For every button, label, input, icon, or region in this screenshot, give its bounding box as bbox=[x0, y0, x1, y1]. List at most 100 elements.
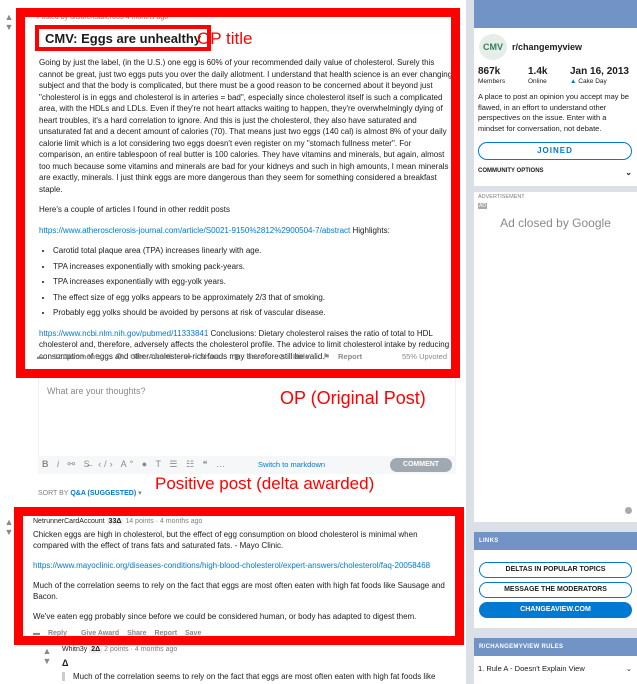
rule-item[interactable]: 1. Rule A - Doesn't Explain View ⌄ bbox=[478, 664, 632, 673]
subreddit-logo[interactable]: CMV bbox=[479, 34, 507, 60]
op-title-annotation: OP title bbox=[197, 29, 253, 48]
atherosclerosis-link[interactable]: https://www.atherosclerosis-journal.com/… bbox=[39, 226, 350, 235]
share-button[interactable]: ➦ Share bbox=[185, 352, 226, 361]
positive-post-annotation: Positive post (delta awarded) bbox=[155, 474, 375, 493]
comment-author[interactable]: NetrunnerCardAccount bbox=[33, 518, 105, 525]
sort-value: Q&A (SUGGESTED) bbox=[70, 490, 137, 497]
deltas-popular-topics-button[interactable]: DELTAS IN POPULAR TOPICS bbox=[479, 562, 632, 578]
links-card: LINKS DELTAS IN POPULAR TOPICS MESSAGE T… bbox=[474, 532, 637, 628]
spoiler-icon: ● bbox=[141, 459, 151, 469]
comment-placeholder: What are your thoughts? bbox=[47, 386, 146, 396]
members-stat: 867k Members bbox=[478, 66, 505, 85]
give-award-button[interactable]: Give Award bbox=[81, 630, 119, 636]
post-paragraph: Going by just the label, (in the U.S.) o… bbox=[39, 58, 453, 194]
downvote-icon[interactable]: ▼ bbox=[40, 656, 54, 666]
reply-icon: ▬ bbox=[33, 630, 40, 637]
reply-meta: Whitn3y 2Δ 2 points · 4 months ago bbox=[62, 646, 177, 653]
cake-icon: ▲ bbox=[570, 78, 577, 85]
reply-label: Reply bbox=[47, 630, 68, 637]
sort-dropdown[interactable]: SORT BY Q&A (SUGGESTED) ▾ bbox=[38, 489, 142, 497]
share-icon: ➦ bbox=[185, 352, 192, 361]
delta-symbol: Δ bbox=[62, 658, 69, 668]
comment-link-paragraph: https://www.mayoclinic.org/diseases-cond… bbox=[33, 560, 453, 571]
reply-button[interactable]: ▬ Reply bbox=[33, 630, 73, 637]
save-label: Save bbox=[246, 352, 265, 361]
post-title[interactable]: CMV: Eggs are unhealthy bbox=[35, 25, 212, 51]
more-icon: … bbox=[215, 459, 228, 469]
ad-closed-text: Ad closed by Google bbox=[500, 216, 611, 230]
advertisement-label: ADVERTISEMENT bbox=[478, 194, 525, 200]
community-description: A place to post an opinion you accept ma… bbox=[478, 92, 629, 133]
list-item: TPA increases exponentially with egg-yol… bbox=[53, 276, 451, 288]
share-label: Share bbox=[199, 352, 221, 361]
rules-card: R/CHANGEMYVIEW RULES 1. Rule A - Doesn't… bbox=[474, 638, 637, 684]
rules-header: R/CHANGEMYVIEW RULES bbox=[474, 638, 637, 656]
chevron-down-icon: ⌄ bbox=[625, 664, 632, 673]
reply-author[interactable]: Whitn3y bbox=[62, 646, 87, 653]
post-actions: ▬ 12 Comments ✪ Give Award ➦ Share ▮ Sav… bbox=[37, 352, 451, 361]
post-meta: Posted by u/BarchSalier835 4 months ago bbox=[37, 14, 169, 21]
op-post-annotation: OP (Original Post) bbox=[280, 388, 426, 408]
award-icon: ✪ bbox=[115, 352, 123, 361]
report-button[interactable]: Report bbox=[154, 630, 177, 636]
info-icon[interactable] bbox=[625, 507, 632, 514]
list-item: TPA increases exponentially with smoking… bbox=[53, 261, 451, 273]
flag-icon: ⚑ bbox=[323, 352, 330, 361]
joined-button[interactable]: JOINED bbox=[478, 142, 632, 160]
upvote-icon[interactable]: ▲ bbox=[40, 646, 54, 656]
post-vote-controls: ▲ ▼ bbox=[2, 12, 16, 32]
cakeday-value: Jan 16, 2013 bbox=[570, 66, 629, 77]
save-button[interactable]: ▮ Save bbox=[235, 352, 271, 361]
list-item: Probably egg yolks should be avoided by … bbox=[53, 307, 451, 319]
online-value: 1.4k bbox=[528, 66, 548, 77]
report-button[interactable]: ⚑ Report bbox=[323, 352, 368, 361]
downvote-icon[interactable]: ▼ bbox=[2, 22, 16, 32]
delta-flair: 33Δ bbox=[106, 518, 124, 525]
upvote-icon[interactable]: ▲ bbox=[2, 12, 16, 22]
comment-button[interactable]: COMMENT bbox=[390, 458, 452, 472]
community-banner bbox=[474, 0, 637, 28]
online-label: Online bbox=[528, 78, 547, 85]
save-button[interactable]: Save bbox=[185, 630, 201, 636]
mayo-clinic-link[interactable]: https://www.mayoclinic.org/diseases-cond… bbox=[33, 561, 430, 570]
message-moderators-button[interactable]: MESSAGE THE MODERATORS bbox=[479, 582, 632, 598]
reply-vote-controls: ▲ ▼ bbox=[40, 646, 54, 666]
members-label: Members bbox=[478, 78, 506, 85]
bookmark-icon: ▮ bbox=[234, 352, 239, 361]
comment-paragraph: Much of the correlation seems to rely on… bbox=[33, 581, 445, 601]
report-label: Report bbox=[338, 352, 363, 361]
reply-points: 2 points · 4 months ago bbox=[104, 646, 178, 653]
quote-icon: ❝ bbox=[202, 459, 211, 469]
reply-quote: Much of the correlation seems to rely on… bbox=[62, 672, 462, 681]
give-award-button[interactable]: ✪ Give Award bbox=[116, 352, 177, 361]
ncbi-link[interactable]: https://www.ncbi.nlm.nih.gov/pubmed/1133… bbox=[39, 329, 208, 338]
switch-to-markdown-link[interactable]: Switch to markdown bbox=[258, 460, 325, 469]
share-button[interactable]: Share bbox=[127, 630, 146, 636]
link-icon: ⚯ bbox=[67, 459, 79, 469]
op-post-highlight: Posted by u/BarchSalier835 4 months ago … bbox=[16, 8, 460, 378]
chevron-down-icon: ▾ bbox=[138, 490, 142, 497]
delta-comment-highlight: NetrunnerCardAccount 33Δ 14 points · 4 m… bbox=[14, 507, 464, 645]
post-link-paragraph: https://www.atherosclerosis-journal.com/… bbox=[39, 225, 451, 237]
changeaview-button[interactable]: CHANGEAVIEW.COM bbox=[479, 602, 632, 618]
comments-button[interactable]: ▬ 12 Comments bbox=[37, 352, 108, 361]
ad-badge: AD bbox=[478, 203, 487, 209]
highlights-list: Carotid total plaque area (TPA) increase… bbox=[39, 245, 451, 319]
sort-label: SORT BY bbox=[38, 490, 69, 497]
comment-paragraph: We've eaten egg probably since before we… bbox=[33, 612, 417, 621]
subreddit-name[interactable]: r/changemyview bbox=[512, 42, 582, 52]
community-card: CMV r/changemyview 867k Members 1.4k Onlin… bbox=[474, 0, 637, 186]
editor-toolbar: B i ⚯ S̶ ‹/› A° ● T ☰ ☷ ❝ … Switch to ma… bbox=[38, 456, 456, 474]
chevron-down-icon: ⌄ bbox=[625, 168, 632, 177]
post-paragraph: Here's a couple of articles I found in o… bbox=[39, 205, 230, 214]
list-item: Carotid total plaque area (TPA) increase… bbox=[53, 245, 451, 257]
formatting-icons[interactable]: B i ⚯ S̶ ‹/› A° ● T ☰ ☷ ❝ … bbox=[42, 459, 228, 470]
cakeday-label: ▲ Cake Day bbox=[570, 78, 607, 85]
rule-label: 1. Rule A - Doesn't Explain View bbox=[478, 664, 585, 673]
list-item: The effect size of egg yolks appears to … bbox=[53, 292, 451, 304]
strikethrough-icon: S̶ bbox=[83, 459, 93, 469]
upvoted-percentage: 55% Upvoted bbox=[401, 352, 447, 361]
hide-button[interactable]: ⊘ Hide bbox=[278, 352, 315, 361]
comment-body: Chicken eggs are high in cholesterol, bu… bbox=[33, 529, 453, 631]
community-options[interactable]: COMMUNITY OPTIONS ⌄ bbox=[478, 168, 632, 177]
